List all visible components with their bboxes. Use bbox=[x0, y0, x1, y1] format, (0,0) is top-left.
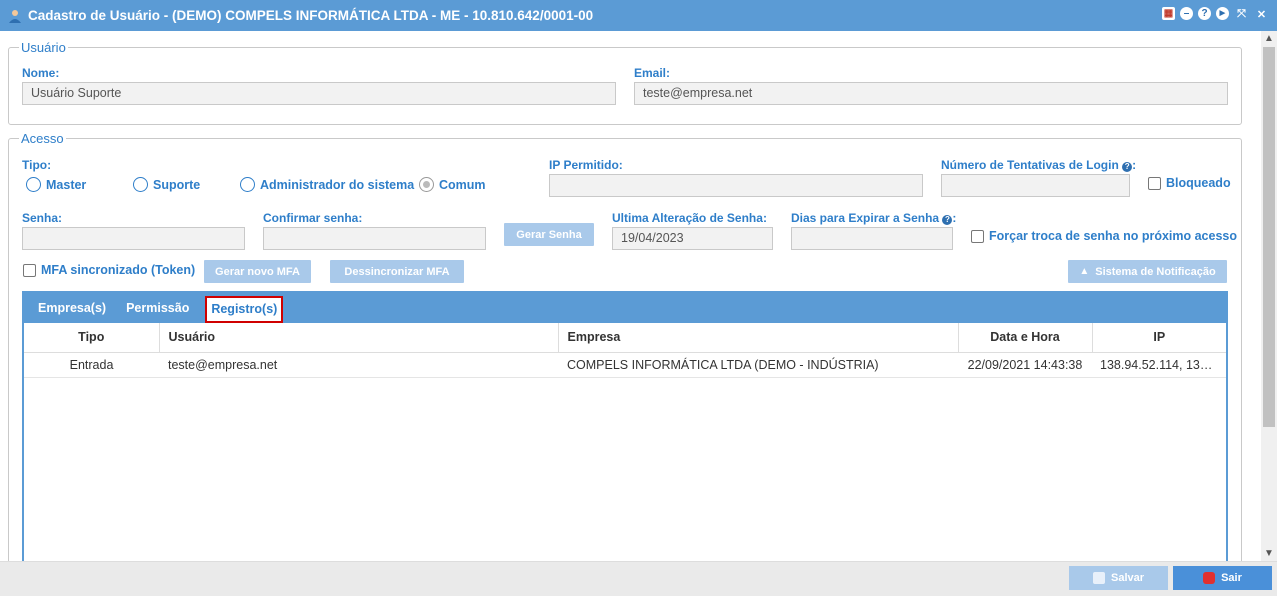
window-titlebar: Cadastro de Usuário - (DEMO) COMPELS INF… bbox=[0, 0, 1277, 31]
confirmar-field[interactable] bbox=[263, 227, 486, 250]
radio-suporte[interactable]: Suporte bbox=[133, 177, 200, 192]
registros-table: Tipo Usuário Empresa Data e Hora IP Entr… bbox=[24, 323, 1226, 378]
senha-field[interactable] bbox=[22, 227, 245, 250]
tentativas-label: Número de Tentativas de Login ?: bbox=[941, 158, 1137, 172]
tab-bar: Empresa(s) Permissão Registro(s) bbox=[24, 293, 1226, 323]
confirmar-label: Confirmar senha: bbox=[263, 211, 363, 225]
tentativas-label-text: Número de Tentativas de Login bbox=[941, 158, 1119, 172]
exit-icon bbox=[1203, 572, 1216, 584]
minimize-icon[interactable]: – bbox=[1180, 7, 1193, 20]
save-icon bbox=[1092, 572, 1105, 584]
gerar-mfa-button[interactable]: Gerar novo MFA bbox=[204, 260, 311, 283]
cell-ip: 138.94.52.114, 13… bbox=[1092, 352, 1226, 378]
salvar-button[interactable]: Salvar bbox=[1069, 566, 1168, 590]
table-header-row: Tipo Usuário Empresa Data e Hora IP bbox=[24, 323, 1226, 353]
gerar-senha-button[interactable]: Gerar Senha bbox=[504, 223, 594, 246]
forcar-troca-checkbox[interactable]: Forçar troca de senha no próximo acesso bbox=[971, 229, 1237, 243]
radio-master-label: Master bbox=[46, 177, 87, 192]
usuario-legend: Usuário bbox=[21, 40, 66, 55]
scroll-down-icon[interactable]: ▼ bbox=[1264, 548, 1274, 559]
tab-permissao[interactable]: Permissão bbox=[116, 293, 199, 323]
user-icon bbox=[9, 9, 21, 23]
checkbox-box[interactable] bbox=[1148, 176, 1161, 190]
vertical-scrollbar[interactable]: ▲ ▼ bbox=[1261, 31, 1277, 561]
mfa-label: MFA sincronizado (Token) bbox=[41, 263, 196, 277]
nome-label: Nome: bbox=[22, 66, 60, 80]
senha-label: Senha: bbox=[22, 211, 63, 225]
col-usuario[interactable]: Usuário bbox=[159, 323, 559, 353]
col-empresa[interactable]: Empresa bbox=[558, 323, 959, 353]
cell-data-hora: 22/09/2021 14:43:38 bbox=[958, 352, 1092, 378]
ultima-alteracao-label: Ultima Alteração de Senha: bbox=[612, 211, 767, 225]
nome-field[interactable]: Usuário Suporte bbox=[22, 82, 616, 105]
dias-expirar-field[interactable] bbox=[791, 227, 953, 250]
sair-label: Sair bbox=[1221, 572, 1242, 584]
tab-registros[interactable]: Registro(s) bbox=[205, 295, 284, 323]
footer-bar: Salvar Sair bbox=[0, 561, 1277, 596]
acesso-legend: Acesso bbox=[21, 131, 64, 146]
col-ip[interactable]: IP bbox=[1092, 323, 1226, 353]
ip-field[interactable] bbox=[549, 174, 923, 197]
tabs-panel: Empresa(s) Permissão Registro(s) Tipo Us… bbox=[22, 291, 1228, 561]
sistema-notificacao-label: Sistema de Notificação bbox=[1095, 265, 1216, 278]
resize-icon[interactable]: ⤧ bbox=[1234, 7, 1249, 22]
radio-comum[interactable]: Comum bbox=[419, 177, 486, 192]
radio-circle-selected[interactable] bbox=[419, 177, 434, 192]
cell-tipo: Entrada bbox=[24, 352, 159, 378]
bloqueado-label: Bloqueado bbox=[1166, 176, 1231, 190]
col-data-hora[interactable]: Data e Hora bbox=[958, 323, 1093, 353]
email-field[interactable]: teste@empresa.net bbox=[634, 82, 1228, 105]
sair-button[interactable]: Sair bbox=[1173, 566, 1272, 590]
window-title: Cadastro de Usuário - (DEMO) COMPELS INF… bbox=[28, 8, 594, 23]
radio-master[interactable]: Master bbox=[26, 177, 86, 192]
help-icon[interactable]: ? bbox=[942, 215, 953, 225]
salvar-label: Salvar bbox=[1110, 572, 1145, 584]
radio-comum-label: Comum bbox=[439, 177, 486, 192]
forcar-troca-label: Forçar troca de senha no próximo acesso bbox=[989, 229, 1237, 243]
close-icon[interactable]: ✕ bbox=[1254, 7, 1269, 22]
ultima-alteracao-field[interactable]: 19/04/2023 bbox=[612, 227, 773, 250]
cell-empresa: COMPELS INFORMÁTICA LTDA (DEMO - INDÚSTR… bbox=[558, 352, 958, 378]
ip-label: IP Permitido: bbox=[549, 158, 623, 172]
help-icon[interactable]: ? bbox=[1198, 7, 1211, 20]
checkbox-box[interactable] bbox=[971, 229, 984, 243]
radio-circle[interactable] bbox=[133, 177, 148, 192]
table-row[interactable]: Entrada teste@empresa.net COMPELS INFORM… bbox=[24, 352, 1226, 378]
tab-empresas[interactable]: Empresa(s) bbox=[38, 293, 116, 323]
mfa-checkbox[interactable]: MFA sincronizado (Token) bbox=[23, 263, 195, 277]
dessincronizar-mfa-button[interactable]: Dessincronizar MFA bbox=[330, 260, 464, 283]
radio-administrador-label: Administrador do sistema bbox=[260, 177, 415, 192]
sistema-notificacao-button[interactable]: ▲ Sistema de Notificação bbox=[1068, 260, 1227, 283]
radio-administrador[interactable]: Administrador do sistema bbox=[240, 177, 414, 192]
email-label: Email: bbox=[634, 66, 671, 80]
checkbox-box[interactable] bbox=[23, 263, 36, 277]
cell-usuario: teste@empresa.net bbox=[159, 352, 558, 378]
col-tipo[interactable]: Tipo bbox=[24, 323, 160, 353]
play-icon[interactable]: ► bbox=[1216, 7, 1229, 20]
scroll-up-icon[interactable]: ▲ bbox=[1264, 33, 1274, 44]
radio-suporte-label: Suporte bbox=[153, 177, 201, 192]
form-content: Usuário Nome: Usuário Suporte Email: tes… bbox=[0, 31, 1261, 561]
radio-circle[interactable] bbox=[26, 177, 41, 192]
radio-circle[interactable] bbox=[240, 177, 255, 192]
scroll-thumb[interactable] bbox=[1263, 47, 1275, 427]
tipo-label: Tipo: bbox=[22, 158, 52, 172]
tentativas-field[interactable] bbox=[941, 174, 1130, 197]
calendar-icon[interactable]: ▦ bbox=[1162, 7, 1175, 20]
bloqueado-checkbox[interactable]: Bloqueado bbox=[1148, 176, 1231, 190]
help-icon[interactable]: ? bbox=[1122, 162, 1133, 172]
dias-expirar-label-text: Dias para Expirar a Senha bbox=[791, 211, 940, 225]
bell-icon: ▲ bbox=[1079, 266, 1090, 277]
dias-expirar-label: Dias para Expirar a Senha ?: bbox=[791, 211, 957, 225]
